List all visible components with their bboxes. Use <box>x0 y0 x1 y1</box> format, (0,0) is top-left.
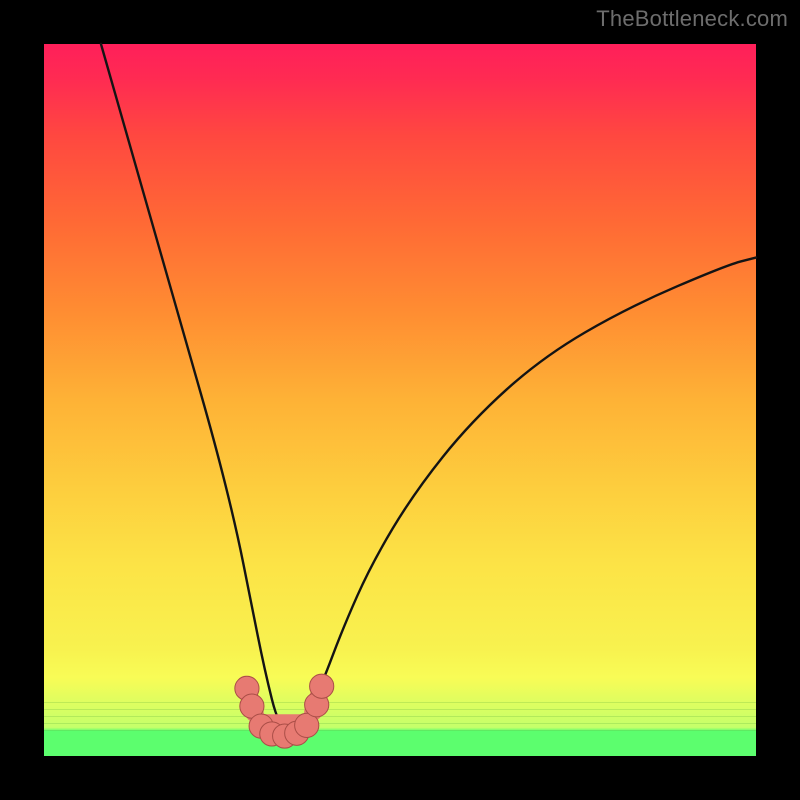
curve-overlay <box>44 44 756 756</box>
bottleneck-curve <box>101 44 756 728</box>
chart-stage: TheBottleneck.com <box>0 0 800 800</box>
plot-area <box>44 44 756 756</box>
marker-group <box>235 674 334 748</box>
curve-group <box>101 44 756 728</box>
watermark-text: TheBottleneck.com <box>596 6 788 32</box>
curve-marker <box>310 674 334 698</box>
